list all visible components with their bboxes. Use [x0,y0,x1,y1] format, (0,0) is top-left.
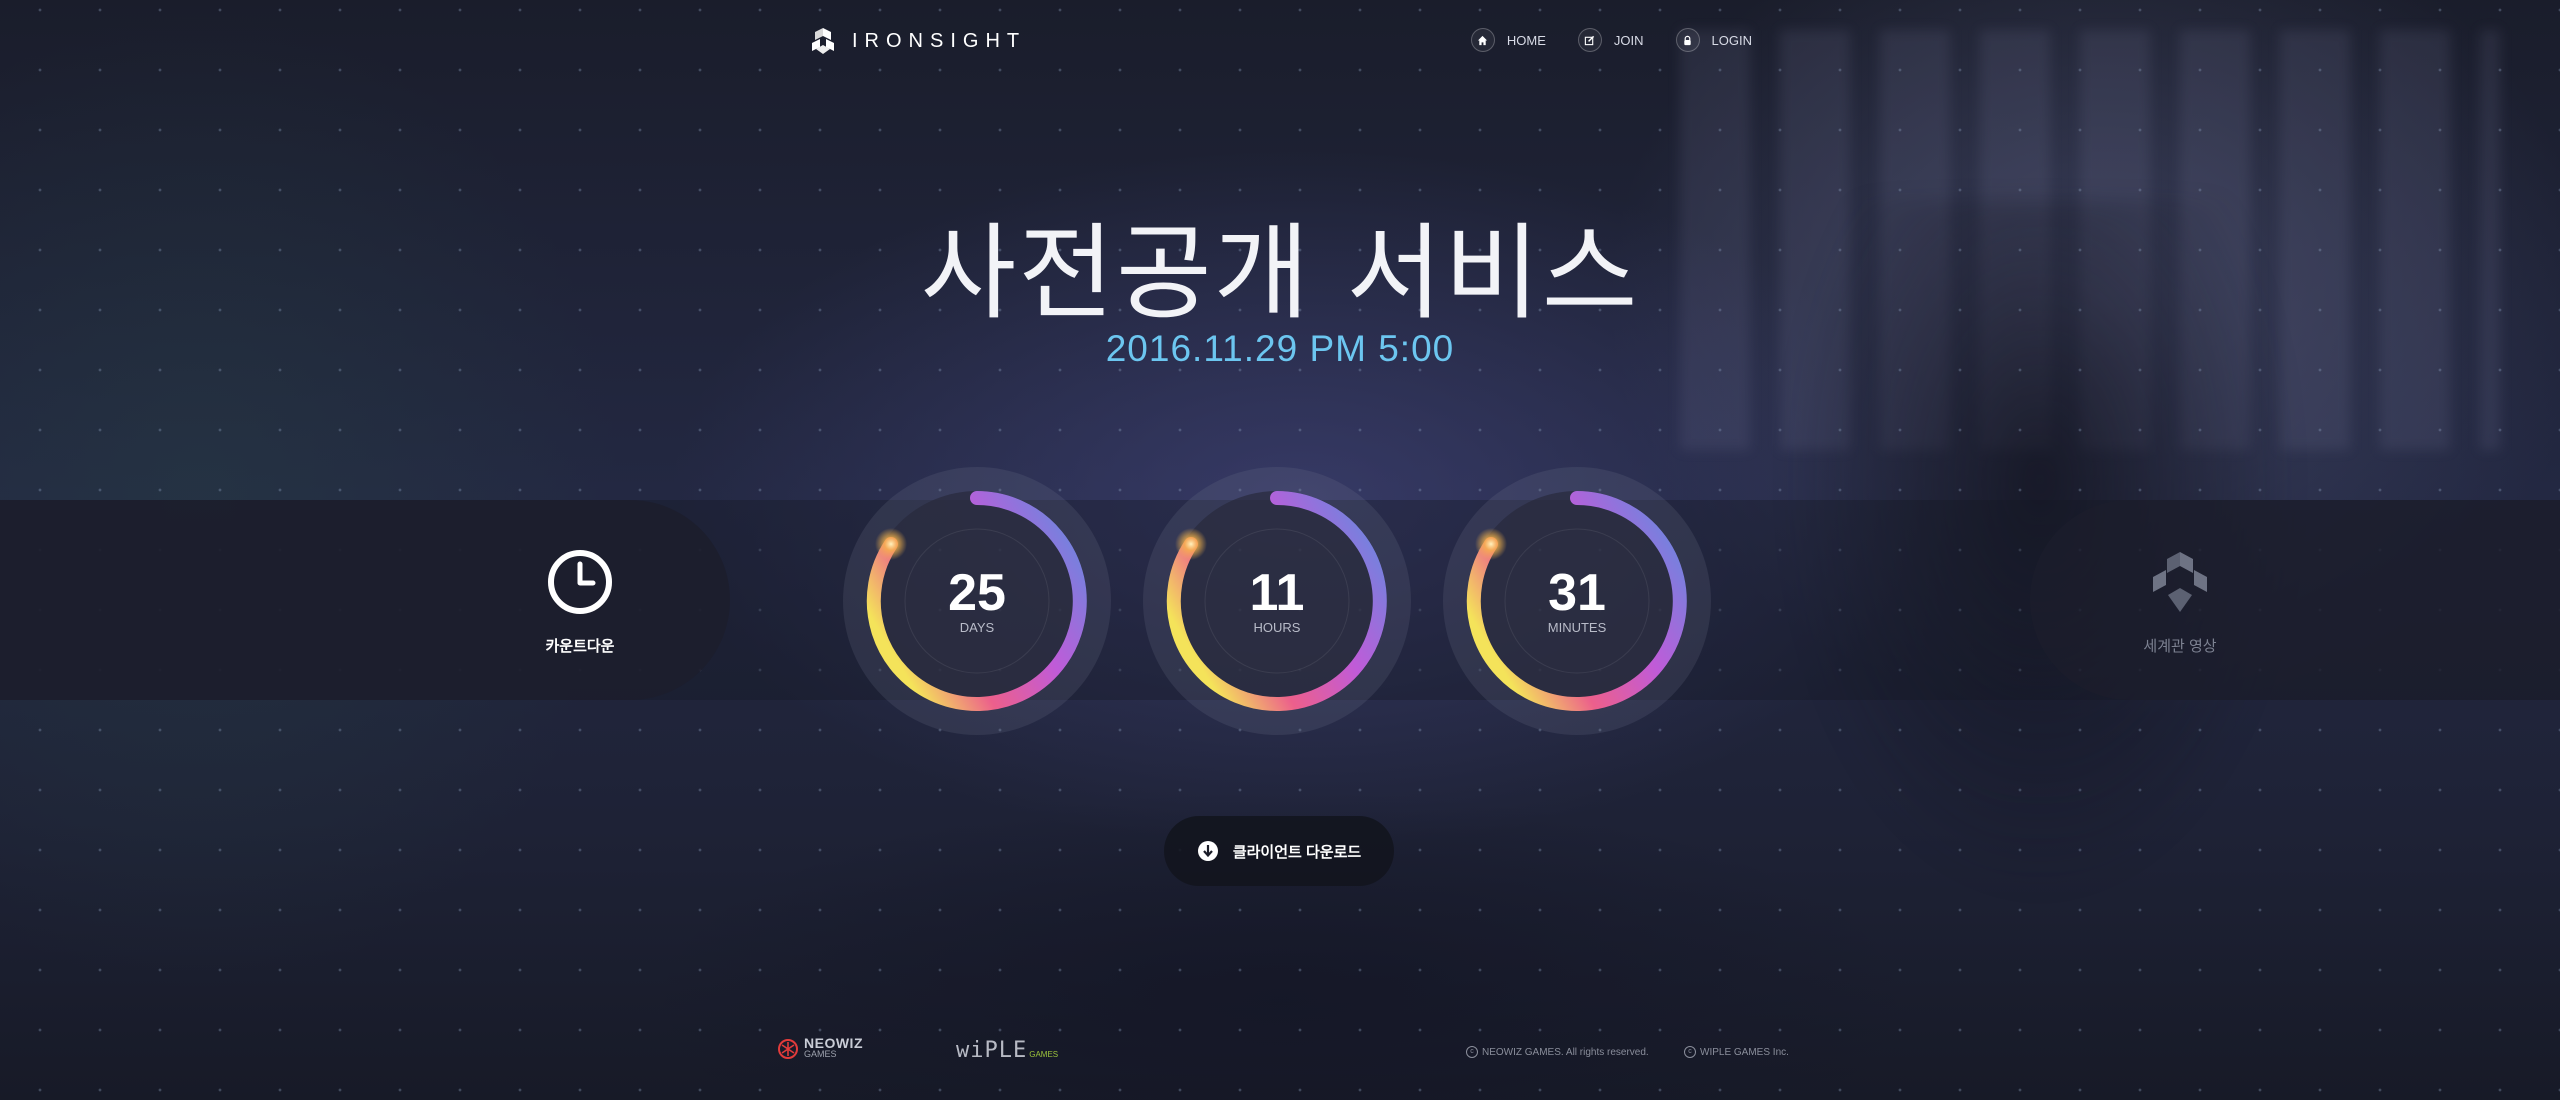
wiple-logo[interactable]: wiPLE GAMES [956,1038,1058,1063]
client-download-label: 클라이언트 다운로드 [1232,843,1362,861]
wiple-name: wiPLE [956,1038,1028,1063]
ironsight-logo-icon [812,28,834,54]
client-download-button[interactable]: 클라이언트 다운로드 [1164,816,1394,886]
neowiz-logo-icon [778,1039,798,1059]
countdown-hours: 11 HOURS [1142,466,1412,736]
wiple-sub: GAMES [1029,1050,1059,1059]
clock-icon [548,550,612,614]
hours-label: HOURS [1253,620,1301,635]
countdown-days: 25 DAYS [842,466,1112,736]
nav-home[interactable]: HOME [1470,28,1546,52]
brand-name: IRONSIGHT [852,29,1027,52]
nav-join-label: JOIN [1613,32,1644,48]
copyright-neowiz-text: NEOWIZ GAMES. All rights reserved. [1482,1046,1649,1058]
header: IRONSIGHT HOME JOIN LOGIN [0,0,2560,86]
nav-home-label: HOME [1506,32,1546,48]
top-nav: HOME JOIN LOGIN [1470,28,1752,52]
logo[interactable]: IRONSIGHT [808,26,1026,56]
hours-value: 11 [1249,564,1305,622]
copyright-wiple-text: WIPLE GAMES Inc. [1700,1046,1789,1058]
nav-login[interactable]: LOGIN [1675,28,1752,52]
page-title: 사전공개 서비스 [920,212,1640,334]
download-icon [1197,841,1218,861]
tab-countdown[interactable]: 카운트다운 [520,548,640,656]
home-icon [1470,28,1495,52]
copyright-wiple: c WIPLE GAMES Inc. [1684,1046,1789,1058]
minutes-value: 31 [1548,564,1606,622]
nav-login-label: LOGIN [1711,32,1752,48]
nav-join[interactable]: JOIN [1577,28,1644,52]
copyright-neowiz: c NEOWIZ GAMES. All rights reserved. [1466,1046,1649,1058]
tab-world-label: 세계관 영상 [2143,638,2217,655]
days-value: 25 [948,564,1006,622]
tab-world-video[interactable]: 세계관 영상 [2120,548,2240,656]
lock-icon [1675,28,1700,52]
copyright-icon: c [1684,1046,1696,1058]
ironsight-emblem-icon [2153,552,2207,612]
edit-icon [1577,28,1602,52]
days-label: DAYS [959,620,995,635]
neowiz-name: NEOWIZ [804,1035,863,1051]
tab-countdown-label: 카운트다운 [545,638,615,655]
copyright-icon: c [1466,1046,1478,1058]
tab-panel-right [2030,500,2560,700]
launch-date: 2016.11.29 PM 5:00 [1105,328,1455,369]
neowiz-logo[interactable]: NEOWIZ GAMES [778,1035,863,1060]
countdown-minutes: 31 MINUTES [1442,466,1712,736]
minutes-label: MINUTES [1547,620,1607,635]
